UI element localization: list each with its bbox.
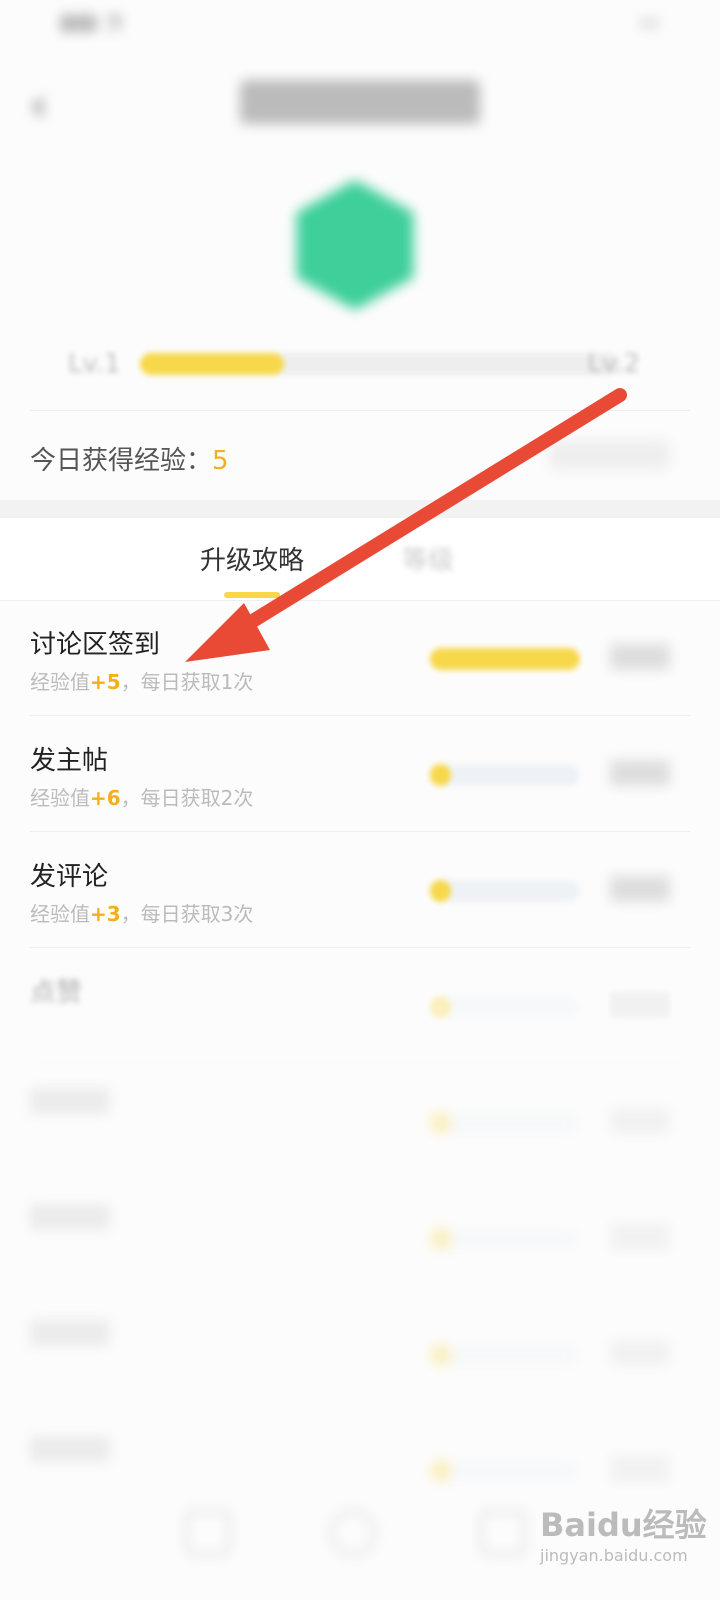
task-progress-bar: [430, 880, 580, 902]
task-progress-fill: [430, 648, 580, 670]
task-title: 发主帖: [30, 746, 109, 776]
watermark-logo: Baidu经验 jingyan.baidu.com: [540, 1506, 707, 1565]
signal-icon: ▮▮▮ ◔: [60, 10, 123, 35]
task-progress-fill: [430, 1228, 451, 1250]
exp-details-link[interactable]: [550, 440, 670, 470]
task-progress-bar: [430, 996, 580, 1018]
page-title: [240, 80, 480, 124]
task-status[interactable]: [610, 760, 670, 786]
task-progress-bar: [430, 1344, 580, 1366]
task-title: 讨论区签到: [30, 630, 161, 660]
task-progress-fill: [430, 764, 451, 786]
level-label: Lv.1: [68, 349, 121, 379]
task-desc: 经验值+3，每日获取3次: [30, 902, 254, 926]
task-item[interactable]: [0, 1296, 720, 1412]
share-icon[interactable]: [185, 1510, 231, 1556]
task-item[interactable]: 发评论 经验值+3，每日获取3次: [0, 832, 720, 948]
today-exp: 今日获得经验：5: [30, 440, 229, 477]
task-item[interactable]: [0, 1180, 720, 1296]
task-title: 发评论: [30, 862, 109, 892]
task-progress-bar: [430, 764, 580, 786]
next-level-label: Lv.2: [587, 349, 640, 379]
divider: [30, 410, 690, 411]
task-progress-bar: [430, 1228, 580, 1250]
task-progress-bar: [430, 1112, 580, 1134]
task-title: 点赞: [30, 978, 83, 1008]
tab-indicator: [224, 592, 280, 598]
task-desc: 经验值+6，每日获取2次: [30, 786, 254, 810]
tab-upgrade-guide[interactable]: 升级攻略: [200, 540, 304, 577]
task-status[interactable]: [610, 1340, 670, 1366]
level-progress-bar: [140, 353, 620, 375]
battery-icon: ▭: [639, 10, 660, 35]
task-status[interactable]: [610, 992, 670, 1018]
task-progress-fill: [430, 1112, 451, 1134]
task-item[interactable]: [0, 1064, 720, 1180]
task-progress-fill: [430, 996, 451, 1018]
level-progress-row: Lv.1 Lv.2: [60, 345, 660, 385]
task-desc: 经验值+5，每日获取1次: [30, 670, 254, 694]
task-status[interactable]: [610, 1108, 670, 1134]
hexagon-avatar-icon: [296, 180, 414, 310]
task-title: [30, 1204, 110, 1230]
level-badge: [290, 180, 420, 310]
task-status[interactable]: [610, 644, 670, 670]
task-progress-bar: [430, 648, 580, 670]
task-title: [30, 1088, 110, 1114]
tab-level-info[interactable]: 等级: [402, 540, 454, 577]
task-title: [30, 1320, 110, 1346]
task-progress-bar: [430, 1460, 580, 1482]
task-list: 讨论区签到 经验值+5，每日获取1次 发主帖 经验值+6，每日获取2次 发评论 …: [0, 600, 720, 1528]
today-exp-label: 今日获得经验：: [30, 446, 213, 476]
task-status[interactable]: [610, 876, 670, 902]
task-progress-fill: [430, 1344, 451, 1366]
task-progress-fill: [430, 1460, 451, 1482]
task-item[interactable]: 发主帖 经验值+6，每日获取2次: [0, 716, 720, 832]
back-icon[interactable]: ‹: [30, 80, 48, 131]
menu-icon[interactable]: [480, 1510, 526, 1556]
today-exp-value: 5: [212, 446, 229, 476]
task-progress-fill: [430, 880, 451, 902]
level-progress-fill: [140, 353, 284, 375]
task-status[interactable]: [610, 1456, 670, 1482]
task-item[interactable]: 讨论区签到 经验值+5，每日获取1次: [0, 600, 720, 716]
home-icon[interactable]: [330, 1510, 376, 1556]
task-item[interactable]: 点赞: [0, 948, 720, 1064]
task-title: [30, 1436, 110, 1462]
page-header: ‹: [0, 60, 720, 140]
status-bar: ▮▮▮ ◔ ▭: [0, 0, 720, 44]
tab-bar: 升级攻略 等级: [0, 518, 720, 601]
section-gap: [0, 500, 720, 518]
task-status[interactable]: [610, 1224, 670, 1250]
